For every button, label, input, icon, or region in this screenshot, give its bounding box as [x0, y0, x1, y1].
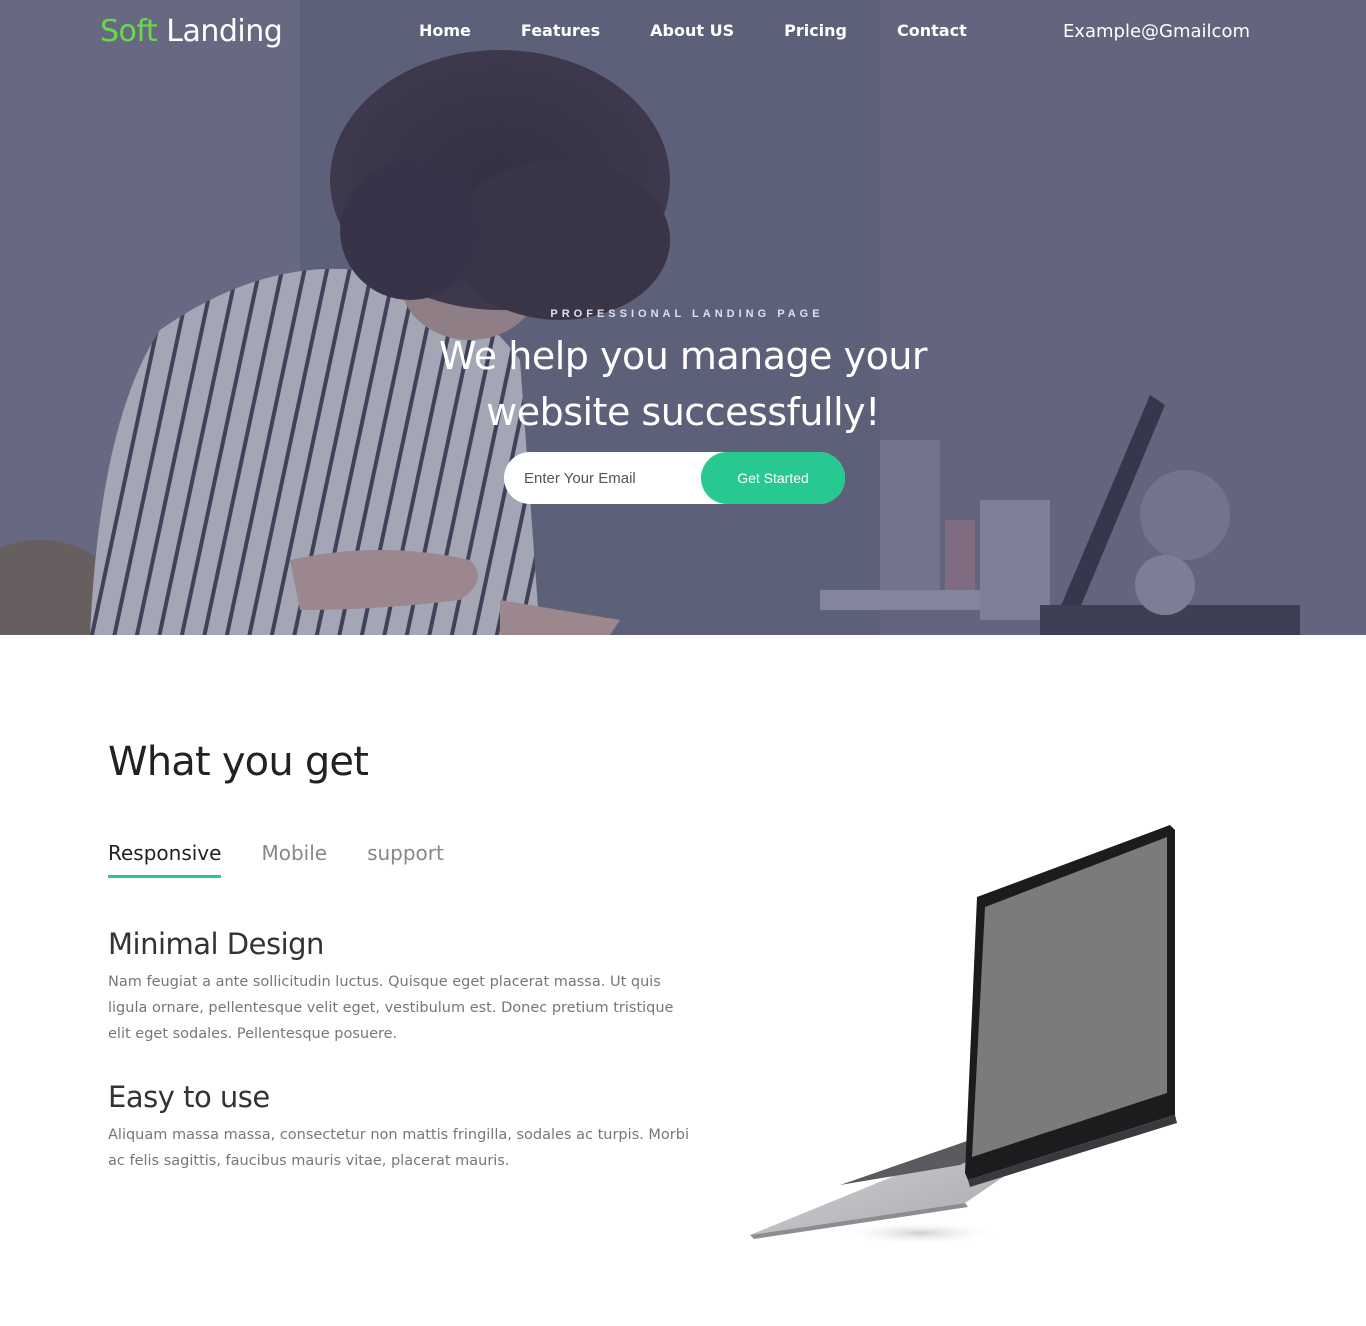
- contact-email-link[interactable]: Example@Gmailcom: [1063, 21, 1250, 42]
- nav-link-contact[interactable]: Contact: [897, 21, 967, 40]
- feature-title: Easy to use: [108, 1080, 270, 1114]
- brand-logo[interactable]: Soft Landing: [100, 14, 283, 49]
- nav-menu: Home Features About US Pricing Contact: [419, 21, 1017, 40]
- top-navigation: Soft Landing Home Features About US Pric…: [0, 0, 1366, 64]
- hero-headline: We help you manage your website successf…: [0, 328, 1366, 440]
- hero-headline-line1: We help you manage your: [438, 334, 928, 378]
- laptop-image: [750, 825, 1177, 1245]
- hero-content: PROFESSIONAL LANDING PAGE We help you ma…: [0, 308, 1366, 440]
- feature-title: Minimal Design: [108, 927, 324, 961]
- tab-responsive[interactable]: Responsive: [108, 841, 222, 878]
- feature-item: Minimal Design Nam feugiat a ante sollic…: [108, 927, 698, 1047]
- nav-link-about-us[interactable]: About US: [650, 21, 734, 40]
- hero-headline-line2: website successfully!: [486, 390, 880, 434]
- brand-logo-landing: Landing: [166, 14, 283, 49]
- nav-link-features[interactable]: Features: [521, 21, 600, 40]
- hero-section: Soft Landing Home Features About US Pric…: [0, 0, 1366, 635]
- tab-mobile[interactable]: Mobile: [261, 841, 327, 878]
- brand-logo-soft: Soft: [100, 14, 158, 49]
- email-input[interactable]: [504, 452, 700, 504]
- hero-eyebrow: PROFESSIONAL LANDING PAGE: [550, 308, 824, 320]
- section-title: What you get: [108, 739, 369, 785]
- features-section: What you get Responsive Mobile support M…: [0, 635, 1366, 1326]
- feature-tabs: Responsive Mobile support: [108, 841, 484, 878]
- nav-link-pricing[interactable]: Pricing: [784, 21, 847, 40]
- feature-description: Aliquam massa massa, consectetur non mat…: [108, 1127, 689, 1169]
- nav-link-home[interactable]: Home: [419, 21, 471, 40]
- get-started-button[interactable]: Get Started: [701, 452, 845, 504]
- email-signup-form: Get Started: [504, 452, 845, 504]
- feature-description: Nam feugiat a ante sollicitudin luctus. …: [108, 974, 674, 1042]
- feature-item: Easy to use Aliquam massa massa, consect…: [108, 1080, 698, 1174]
- tab-support[interactable]: support: [367, 841, 444, 878]
